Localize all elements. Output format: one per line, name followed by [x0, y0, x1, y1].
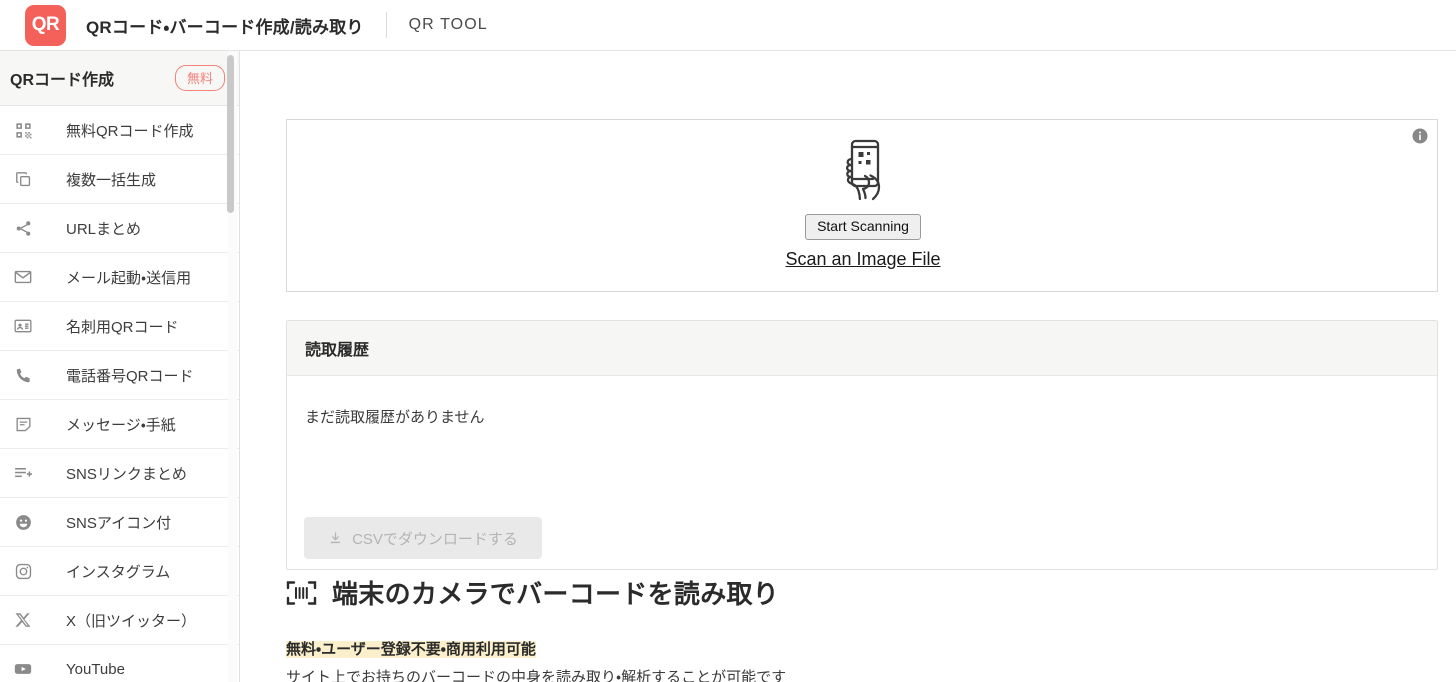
scanner-content: Start Scanning Scan an Image File	[287, 138, 1439, 270]
copy-icon	[10, 166, 36, 192]
sidebar-item-x-twitter[interactable]: X（旧ツイッター）	[0, 596, 239, 645]
sidebar-item-instagram[interactable]: インスタグラム	[0, 547, 239, 596]
sidebar-section-title: QRコード作成	[10, 72, 115, 89]
phone-scan-icon	[835, 138, 891, 202]
playlist-add-icon	[10, 460, 36, 486]
sidebar-item-label: SNSリンクまとめ	[66, 465, 187, 483]
barcode-scan-icon	[286, 579, 317, 607]
sidebar-item-qr-create[interactable]: 無料QRコード作成	[0, 106, 239, 155]
sidebar-scrollbar-thumb[interactable]	[227, 55, 234, 213]
scan-image-file-link[interactable]: Scan an Image File	[785, 249, 940, 270]
sidebar-item-youtube[interactable]: YouTube	[0, 645, 239, 682]
brand-name: QR TOOL	[408, 16, 488, 33]
sidebar-item-business-card[interactable]: 名刺用QRコード	[0, 302, 239, 351]
sidebar-item-label: URLまとめ	[66, 220, 142, 238]
section-heading-text: 端末のカメラでバーコードを読み取り	[332, 579, 780, 609]
sidebar-item-label: 複数一括生成	[66, 171, 157, 189]
history-empty-message: まだ読取履歴がありません	[305, 409, 485, 426]
contact-card-icon	[10, 313, 36, 339]
promo-highlight: 無料・ユーザー登録不要・商用利用可能	[286, 641, 536, 658]
history-card: 読取履歴 まだ読取履歴がありません CSVでダウンロードする	[286, 320, 1438, 570]
main-content: Start Scanning Scan an Image File 読取履歴 ま…	[241, 51, 1456, 682]
sidebar-item-phone[interactable]: 電話番号QRコード	[0, 351, 239, 400]
qr-grid-icon	[10, 117, 36, 143]
share-icon	[10, 215, 36, 241]
x-twitter-icon	[10, 607, 36, 633]
sidebar: QRコード作成 無料 無料QRコード作成 複数一括生成 URLまとめ メール起動…	[0, 51, 240, 682]
sidebar-scrollbar-track[interactable]	[227, 51, 237, 682]
sidebar-item-url-list[interactable]: URLまとめ	[0, 204, 239, 253]
promo-block: 無料・ユーザー登録不要・商用利用可能 サイト上でお持ちのバーコードの中身を読み取…	[286, 639, 786, 682]
sidebar-item-label: メール起動・送信用	[66, 269, 192, 287]
page-title: QRコード・バーコード作成/読み取り	[86, 17, 364, 37]
mail-icon	[10, 264, 36, 290]
instagram-icon	[10, 558, 36, 584]
app-logo[interactable]: QR	[25, 4, 66, 46]
sidebar-item-label: インスタグラム	[66, 563, 171, 581]
smiley-icon	[10, 509, 36, 535]
sidebar-item-label: YouTube	[66, 660, 125, 678]
header-divider	[385, 12, 387, 38]
sidebar-item-bulk-generate[interactable]: 複数一括生成	[0, 155, 239, 204]
sidebar-item-message[interactable]: メッセージ・手紙	[0, 400, 239, 449]
download-icon	[328, 530, 343, 546]
sidebar-item-label: SNSアイコン付	[66, 514, 172, 532]
sidebar-item-sns-links[interactable]: SNSリンクまとめ	[0, 449, 239, 498]
app-header: QR QRコード・バーコード作成/読み取り QR TOOL	[0, 0, 1456, 51]
sidebar-item-label: メッセージ・手紙	[66, 416, 176, 434]
sidebar-item-sns-icon[interactable]: SNSアイコン付	[0, 498, 239, 547]
sidebar-item-label: 名刺用QRコード	[66, 318, 179, 336]
sidebar-item-label: 電話番号QRコード	[66, 367, 194, 385]
free-badge: 無料	[174, 65, 225, 91]
sidebar-section-header: QRコード作成 無料	[0, 51, 239, 106]
section-heading: 端末のカメラでバーコードを読み取り	[286, 574, 779, 611]
start-scanning-button[interactable]: Start Scanning	[805, 214, 921, 240]
csv-download-label: CSVでダウンロードする	[352, 530, 518, 548]
csv-download-button[interactable]: CSVでダウンロードする	[304, 517, 542, 559]
youtube-icon	[10, 656, 36, 682]
scanner-panel: Start Scanning Scan an Image File	[286, 119, 1438, 292]
note-icon	[10, 411, 36, 437]
phone-icon	[10, 362, 36, 388]
sidebar-item-mail[interactable]: メール起動・送信用	[0, 253, 239, 302]
history-title: 読取履歴	[287, 321, 1437, 376]
promo-description: サイト上でお持ちのバーコードの中身を読み取り・解析することが可能です	[286, 668, 787, 682]
sidebar-item-label: 無料QRコード作成	[66, 122, 194, 140]
sidebar-item-label: X（旧ツイッター）	[66, 612, 197, 630]
